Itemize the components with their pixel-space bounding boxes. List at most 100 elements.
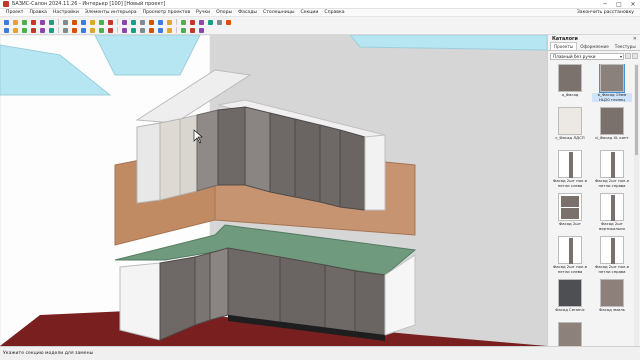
window-button[interactable] bbox=[165, 19, 173, 26]
menu-handles[interactable]: Ручки bbox=[193, 10, 213, 15]
finish-placement-link[interactable]: Закончить расстановку bbox=[577, 10, 640, 15]
close-window-button[interactable]: ✕ bbox=[626, 0, 640, 9]
catalog-item[interactable]: Фасад эмаль bbox=[592, 279, 632, 322]
new-button[interactable] bbox=[2, 19, 10, 26]
snap-button[interactable] bbox=[138, 27, 146, 34]
redo-button[interactable] bbox=[47, 19, 55, 26]
settings-button[interactable] bbox=[224, 19, 232, 26]
cut-button[interactable] bbox=[61, 19, 69, 26]
menu-project-view[interactable]: Просмотр проектов bbox=[140, 10, 194, 15]
catalog-item[interactable]: Фасад 2шт пол-е петли справа bbox=[592, 150, 632, 193]
menu-settings[interactable]: Настройки bbox=[50, 10, 82, 15]
front-view-button[interactable] bbox=[61, 27, 69, 34]
status-bar: Укажите секцию модели для замены bbox=[0, 346, 640, 360]
lock-button[interactable] bbox=[156, 27, 164, 34]
tab-design[interactable]: Оформление bbox=[577, 43, 612, 50]
light-button[interactable] bbox=[197, 19, 205, 26]
menu-edit[interactable]: Правка bbox=[26, 10, 49, 15]
catalog-item-label: d_Фасад XL кант bbox=[595, 135, 629, 140]
door-button[interactable] bbox=[179, 19, 187, 26]
toolbar-separator bbox=[117, 19, 118, 25]
zoom-out-button[interactable] bbox=[20, 27, 28, 34]
orbit-icon bbox=[48, 27, 54, 33]
catalog-item[interactable]: b_Фасад 19мм НЦ20 глянец bbox=[592, 64, 632, 107]
upper-cabinet-back-3 bbox=[269, 112, 296, 198]
dimension-button[interactable] bbox=[147, 19, 155, 26]
catalog-item[interactable]: Фасад 2шт пол-е петли справа bbox=[592, 236, 632, 279]
tab-textures[interactable]: Текстуры bbox=[612, 43, 639, 50]
mirror-button[interactable] bbox=[120, 19, 128, 26]
save-button[interactable] bbox=[20, 19, 28, 26]
title-bar: БАЗИС-Салон 2024.11.26 - Интерьер [100] … bbox=[0, 0, 640, 9]
iso-view-button[interactable] bbox=[88, 27, 96, 34]
menu-facades[interactable]: Фасады bbox=[235, 10, 260, 15]
eye-button[interactable] bbox=[165, 27, 173, 34]
menu-legs[interactable]: Опоры bbox=[213, 10, 235, 15]
side-view-button[interactable] bbox=[79, 27, 87, 34]
top-view-icon bbox=[71, 27, 77, 33]
catalog-select[interactable]: Плавный без ручки ▾ bbox=[550, 52, 624, 60]
texture-button[interactable] bbox=[120, 27, 128, 34]
lower-cabinet-left-door-c bbox=[209, 247, 229, 321]
snap-icon bbox=[139, 27, 145, 33]
orbit-button[interactable] bbox=[47, 27, 55, 34]
wall-button[interactable] bbox=[156, 19, 164, 26]
top-view-button[interactable] bbox=[70, 27, 78, 34]
color-button[interactable] bbox=[179, 27, 187, 34]
catalog-item-thumbnail bbox=[600, 193, 624, 221]
catalog-item[interactable] bbox=[550, 322, 590, 346]
catalog-folder-button[interactable] bbox=[625, 53, 631, 59]
catalog-item[interactable]: Фасад 2шт bbox=[550, 193, 590, 236]
align-button[interactable] bbox=[129, 19, 137, 26]
catalog-scrollbar[interactable] bbox=[634, 64, 639, 346]
menu-countertops[interactable]: Столешницы bbox=[260, 10, 297, 15]
layers-button[interactable] bbox=[147, 27, 155, 34]
measure-button[interactable] bbox=[138, 19, 146, 26]
menu-project[interactable]: Проект bbox=[3, 10, 26, 15]
panel-close-button[interactable]: ✕ bbox=[633, 36, 637, 42]
info-button[interactable] bbox=[197, 27, 205, 34]
wireframe-button[interactable] bbox=[97, 27, 105, 34]
catalog-item[interactable]: c_Фасад ЛДСП bbox=[550, 107, 590, 150]
delete-icon bbox=[89, 19, 95, 25]
catalog-scrollbar-thumb[interactable] bbox=[635, 65, 638, 155]
print-button[interactable] bbox=[29, 19, 37, 26]
pan-button[interactable] bbox=[38, 27, 46, 34]
tab-projects[interactable]: Проекты bbox=[550, 42, 578, 50]
upper-cabinet-back-5 bbox=[319, 124, 341, 208]
copy-button[interactable] bbox=[70, 19, 78, 26]
zoom-in-button[interactable] bbox=[11, 27, 19, 34]
3d-viewport[interactable] bbox=[0, 35, 547, 346]
minimize-button[interactable]: ─ bbox=[598, 0, 612, 9]
paste-button[interactable] bbox=[79, 19, 87, 26]
camera-button[interactable] bbox=[206, 19, 214, 26]
catalog-item[interactable]: Фасад 2шт вертикально bbox=[592, 193, 632, 236]
catalog-item[interactable]: Фасад 2шт пол-е петли слева bbox=[550, 150, 590, 193]
delete-button[interactable] bbox=[88, 19, 96, 26]
select-button[interactable] bbox=[2, 27, 10, 34]
catalog-item[interactable]: a_Фасад bbox=[550, 64, 590, 107]
facade-shape bbox=[569, 238, 573, 264]
catalog-item-thumbnail bbox=[558, 236, 582, 264]
grid-button[interactable] bbox=[129, 27, 137, 34]
eye-icon bbox=[166, 27, 172, 33]
floor-button[interactable] bbox=[188, 19, 196, 26]
menu-help[interactable]: Справка bbox=[321, 10, 347, 15]
undo-button[interactable] bbox=[38, 19, 46, 26]
catalog-item[interactable]: Фасад Ceramic bbox=[550, 279, 590, 322]
render-button[interactable] bbox=[215, 19, 223, 26]
shaded-button[interactable] bbox=[106, 27, 114, 34]
catalog-item[interactable]: Фасад 2шт пол-е петли слева bbox=[550, 236, 590, 279]
facade-shape bbox=[611, 195, 615, 221]
catalog-menu-button[interactable] bbox=[632, 53, 638, 59]
menu-interior-elements[interactable]: Элементы интерьера bbox=[82, 10, 140, 15]
move-button[interactable] bbox=[97, 19, 105, 26]
lamp-button[interactable] bbox=[188, 27, 196, 34]
open-button[interactable] bbox=[11, 19, 19, 26]
maximize-button[interactable]: □ bbox=[612, 0, 626, 9]
menu-sections[interactable]: Секции bbox=[297, 10, 321, 15]
rotate-button[interactable] bbox=[106, 19, 114, 26]
catalog-item[interactable]: d_Фасад XL кант bbox=[592, 107, 632, 150]
select-icon bbox=[3, 27, 9, 33]
zoom-fit-button[interactable] bbox=[29, 27, 37, 34]
